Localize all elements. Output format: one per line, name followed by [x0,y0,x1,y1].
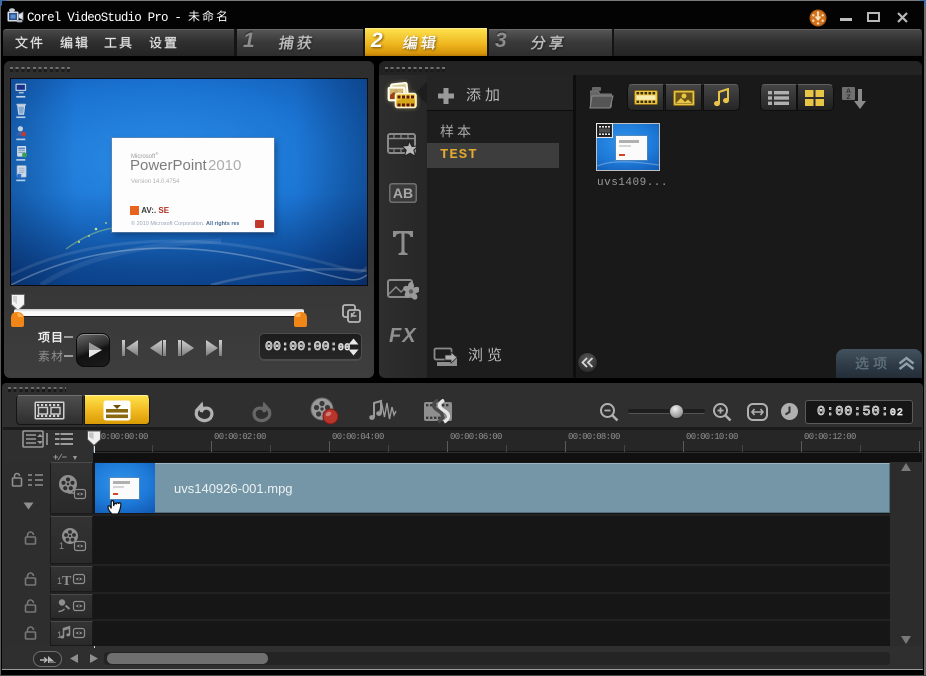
svg-text:Z: Z [847,94,851,101]
svg-text:AB: AB [393,185,413,201]
svg-text:T: T [62,574,72,587]
svg-text:1: 1 [57,630,62,640]
svg-text:1: 1 [59,541,64,551]
